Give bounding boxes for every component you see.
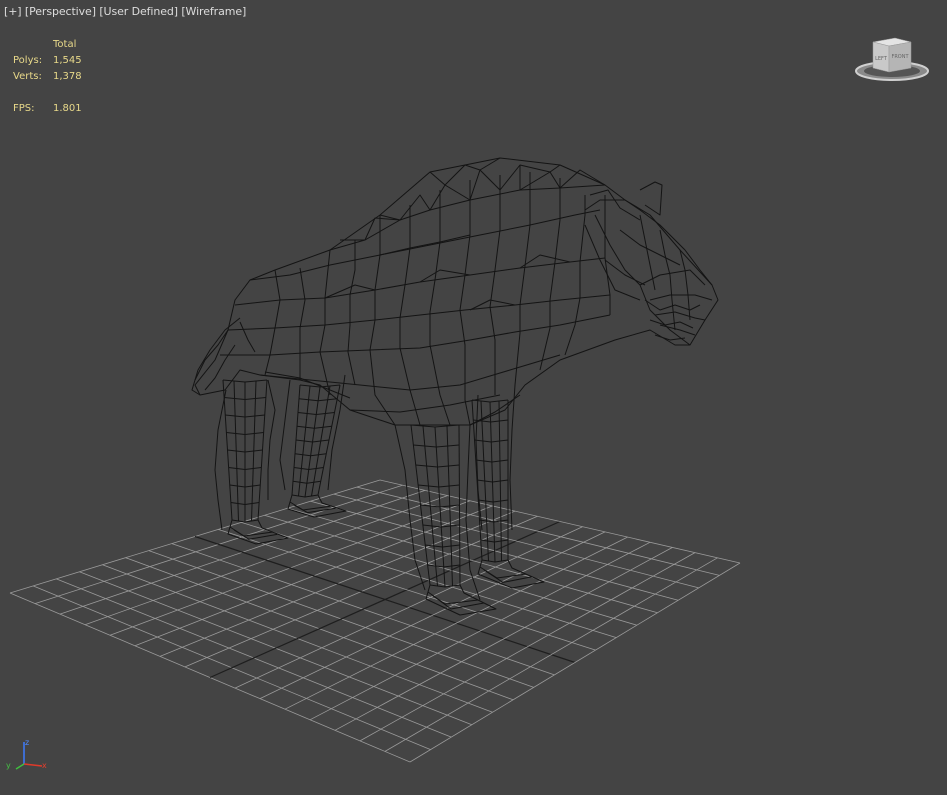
mesh-edge (564, 195, 586, 356)
mesh-edge (477, 559, 545, 589)
grid-line (309, 541, 651, 721)
mesh-edge (479, 566, 527, 579)
mesh-edge (639, 214, 656, 291)
viewcube-left-face[interactable]: LEFT (875, 56, 888, 62)
viewport-menu-button[interactable]: [+] (4, 5, 22, 18)
mesh-edge (459, 180, 471, 426)
mesh-edge (222, 379, 268, 383)
grid-line (234, 526, 583, 689)
axis-y-label: y (6, 761, 11, 770)
mesh-edge (604, 195, 611, 315)
grid-line (259, 531, 606, 699)
mesh-edge (458, 424, 461, 586)
verts-value: 1,378 (53, 71, 82, 82)
polys-label: Polys: (13, 55, 43, 66)
viewcube-icon[interactable]: LEFT FRONT (853, 34, 931, 86)
mesh-edge (267, 379, 276, 500)
home-grid (9, 479, 741, 763)
fps-value: 1.801 (53, 103, 82, 114)
mesh-edge (379, 164, 606, 221)
grid-line (359, 552, 696, 742)
viewport-shading-wireframe[interactable]: [Wireframe] (181, 5, 246, 18)
mesh-edge (519, 254, 571, 269)
mesh-edge (429, 157, 501, 186)
polys-value: 1,545 (53, 55, 82, 66)
mesh-edge (279, 379, 291, 491)
grid-line (241, 522, 617, 638)
statistics-overlay: Total Polys: 1,545 Verts: 1,378 FPS: 1.801 (13, 37, 82, 117)
grid-line (284, 536, 628, 710)
verts-label: Verts: (13, 71, 42, 82)
axis-z-label: z (25, 738, 29, 747)
perspective-viewport[interactable]: [+] [Perspective] [User Defined] [Wirefr… (0, 0, 947, 795)
stats-header: Total (53, 39, 77, 50)
scene-canvas[interactable] (0, 0, 947, 795)
mesh-edge (619, 229, 681, 266)
mesh-edge (594, 214, 691, 346)
mesh-edge (654, 311, 706, 321)
mesh-edge (429, 190, 451, 426)
mesh-edge (264, 269, 281, 376)
mesh-edge (539, 178, 561, 371)
mesh-edge (649, 319, 694, 329)
viewcube-front-face[interactable]: FRONT (891, 54, 909, 60)
mesh-edge (649, 294, 713, 301)
mesh-edge (304, 386, 321, 498)
mesh-edge (639, 269, 706, 286)
mesh-edge (319, 249, 331, 396)
mesh-edge (519, 164, 561, 173)
grid-line (217, 529, 596, 651)
mesh-edge (299, 267, 306, 380)
mesh-edge (239, 321, 256, 353)
mesh-edge (214, 389, 227, 531)
axis-gizmo-icon: z x y (6, 738, 47, 770)
viewport-view-label[interactable]: [Perspective] (25, 5, 96, 18)
viewport-label-bar: [+] [Perspective] [User Defined] [Wirefr… (4, 5, 246, 18)
viewport-shading-user-defined[interactable]: [User Defined] (99, 5, 178, 18)
mesh-edge (347, 240, 356, 386)
mesh-edge (379, 234, 471, 256)
mesh-edge (489, 175, 501, 395)
mesh-edge (509, 384, 516, 531)
mesh-edge (514, 172, 531, 386)
fps-label: FPS: (13, 103, 35, 114)
axis-x-label: x (42, 761, 47, 770)
grid-line (334, 547, 673, 731)
mesh-edge (220, 314, 611, 356)
mesh-edge (584, 224, 641, 301)
mesh-edge (639, 181, 663, 216)
mesh-edge (659, 229, 676, 331)
